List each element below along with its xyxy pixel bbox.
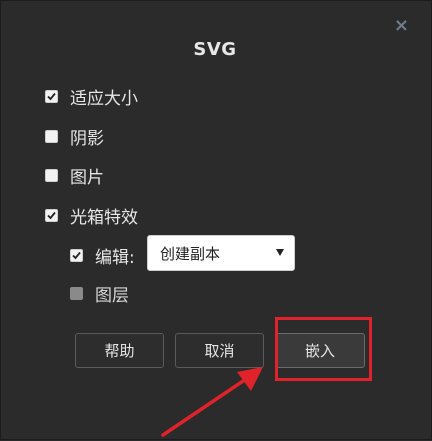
check-icon (72, 251, 81, 260)
checkbox-lightbox[interactable] (45, 209, 58, 222)
svg-dialog: SVG × 适应大小 阴影 图片 光箱特效 编辑: 创建副本 图层 帮助 取消 … (0, 0, 432, 440)
option-image[interactable]: 图片 (45, 163, 104, 188)
edit-label: 编辑: (95, 248, 135, 268)
option-label: 阴影 (70, 129, 104, 149)
annotation-highlight-box (275, 317, 372, 381)
option-label: 光箱特效 (70, 208, 138, 228)
option-label: 图片 (70, 168, 104, 188)
dialog-title: SVG (193, 39, 237, 60)
option-shadow[interactable]: 阴影 (45, 124, 104, 149)
checkbox-layer (70, 287, 83, 300)
option-fit-size[interactable]: 适应大小 (45, 84, 138, 109)
checkbox-shadow[interactable] (45, 130, 58, 143)
help-button[interactable]: 帮助 (75, 333, 164, 368)
checkbox-edit[interactable] (70, 249, 83, 262)
check-icon (47, 92, 56, 101)
layer-label: 图层 (95, 286, 129, 306)
cancel-button[interactable]: 取消 (175, 333, 264, 368)
option-lightbox[interactable]: 光箱特效 (45, 203, 138, 228)
option-label: 适应大小 (70, 89, 138, 109)
edit-mode-value: 创建副本 (160, 244, 221, 263)
edit-mode-select[interactable]: 创建副本 (147, 235, 295, 271)
option-layer: 图层 (70, 281, 129, 306)
chevron-down-icon (276, 249, 284, 256)
checkbox-image[interactable] (45, 169, 58, 182)
close-icon[interactable]: × (394, 17, 409, 35)
check-icon (47, 211, 56, 220)
option-edit[interactable]: 编辑: (70, 243, 135, 268)
checkbox-fit-size[interactable] (45, 90, 58, 103)
